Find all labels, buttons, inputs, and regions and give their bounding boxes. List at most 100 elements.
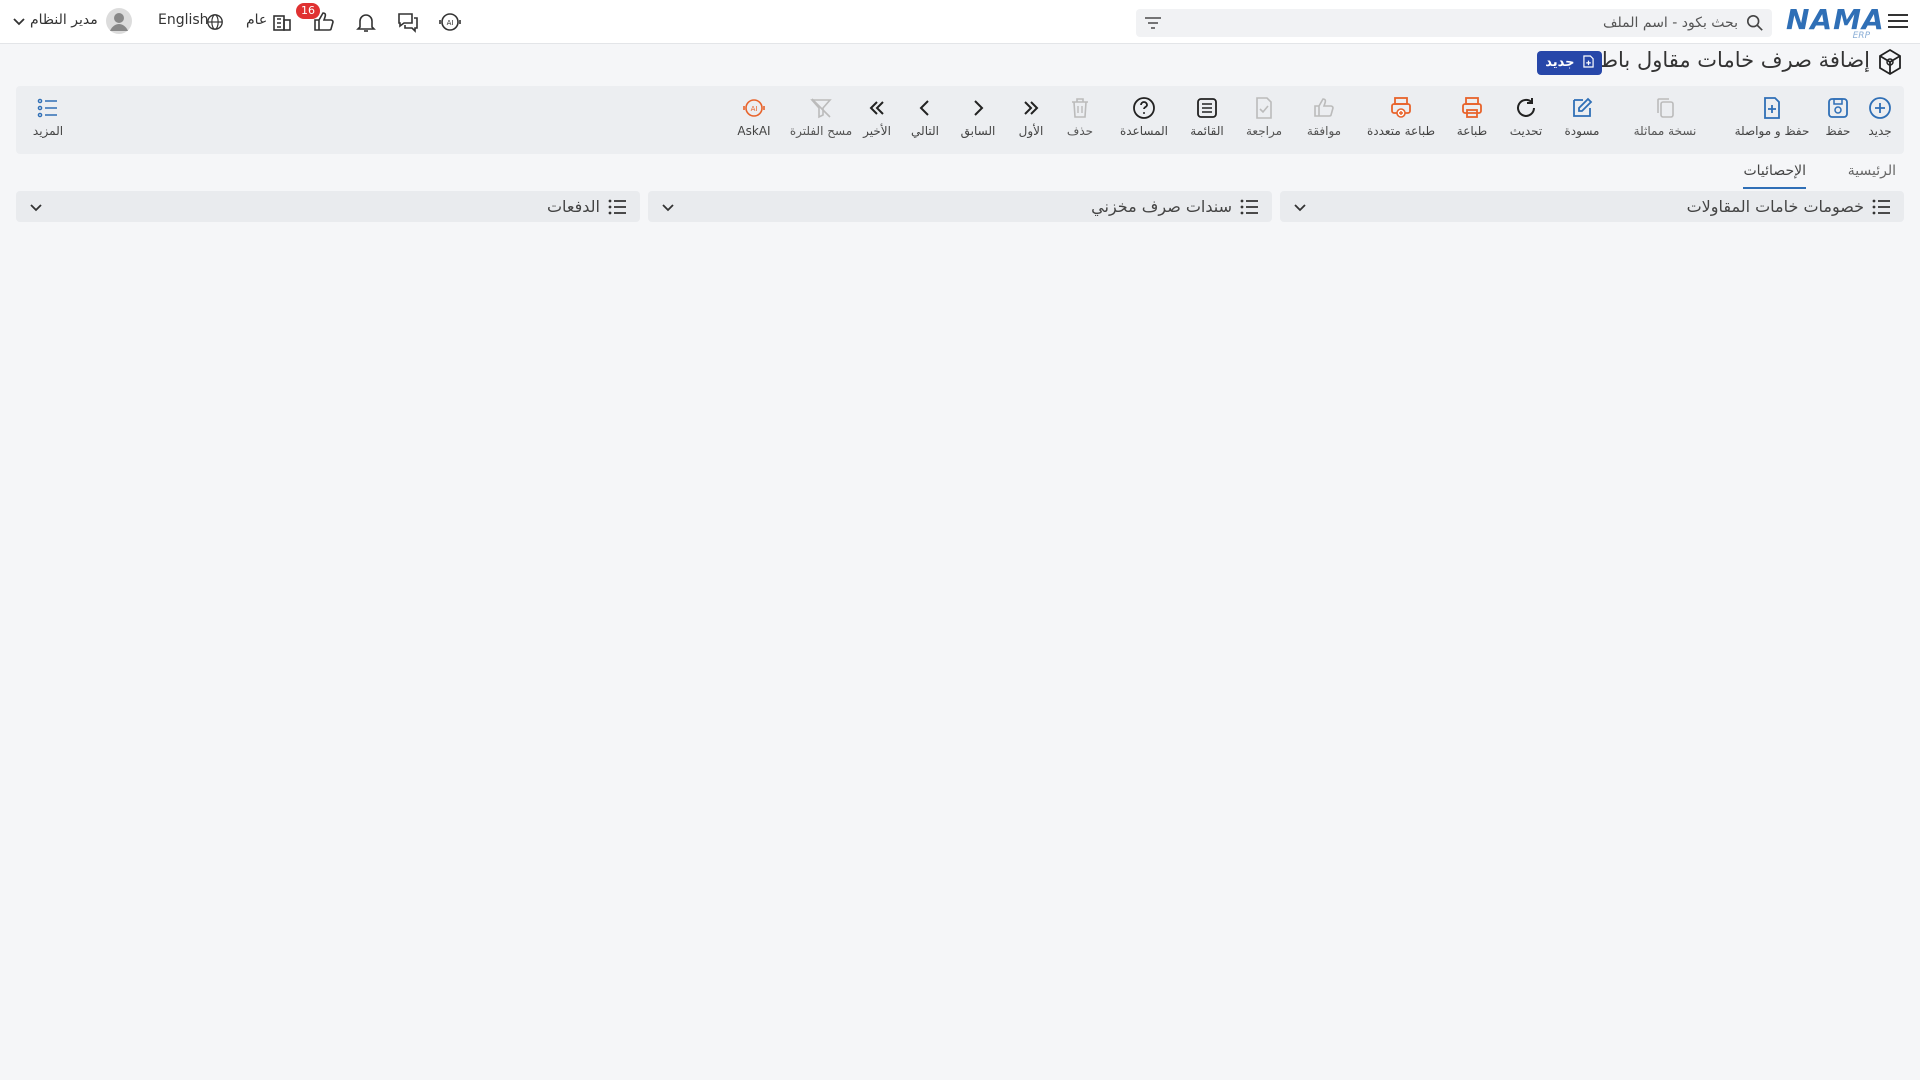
menu-icon[interactable]	[1886, 10, 1910, 34]
next-record-label: التالي	[911, 124, 939, 138]
notification-count-badge: 16	[296, 3, 320, 19]
multi-print-button[interactable]: طباعة متعددة	[1364, 90, 1438, 148]
last-record-label: الأخير	[863, 124, 891, 138]
print-button[interactable]: طباعة	[1452, 90, 1492, 148]
review-button[interactable]: مراجعة	[1242, 90, 1286, 148]
language-switch[interactable]: English	[158, 12, 209, 28]
draft-label: مسودة	[1564, 124, 1600, 138]
delete-label: حذف	[1066, 124, 1094, 138]
draft-button[interactable]: مسودة	[1560, 90, 1604, 148]
more-list-icon	[37, 98, 57, 118]
help-button[interactable]: المساعدة	[1112, 90, 1176, 148]
last-record-button[interactable]: الأخير	[860, 90, 894, 148]
approve-label: موافقة	[1306, 124, 1342, 138]
list-icon	[608, 199, 626, 215]
panel-contractor-deductions[interactable]: خصومات خامات المقاولات	[1280, 191, 1904, 222]
svg-text:AI: AI	[447, 19, 454, 27]
action-toolbar: جديد حفظ حفظ و مواصلة نسخة مماثلة مسودة …	[16, 86, 1904, 154]
chevron-right-icon	[974, 100, 984, 116]
bell-icon[interactable]	[354, 10, 378, 34]
filter-icon[interactable]	[1144, 15, 1162, 31]
multi-printer-icon	[1391, 97, 1411, 118]
ask-ai-label: AskAI	[737, 124, 771, 138]
save-button[interactable]: حفظ	[1818, 90, 1858, 148]
double-chevron-right-icon	[1024, 101, 1039, 115]
module-cube-icon	[1879, 48, 1901, 76]
company-label[interactable]: عام	[246, 12, 267, 28]
panel-title: سندات صرف مخزني	[1091, 197, 1232, 216]
chevron-down-icon[interactable]	[660, 199, 676, 215]
user-name[interactable]: مدير النظام	[30, 12, 98, 28]
tab-main[interactable]: الرئيسية	[1848, 163, 1896, 189]
chat-icon[interactable]	[396, 10, 420, 34]
save-and-continue-button[interactable]: حفظ و مواصلة	[1732, 90, 1812, 148]
refresh-button[interactable]: تحديث	[1506, 90, 1546, 148]
previous-record-label: السابق	[960, 124, 996, 138]
more-button[interactable]: المزيد	[28, 90, 68, 148]
printer-icon	[1462, 97, 1482, 118]
help-circle-icon	[1133, 97, 1155, 119]
app-logo[interactable]: NAMA ERP	[1786, 5, 1884, 42]
approve-button[interactable]: موافقة	[1302, 90, 1346, 148]
save-button-label: حفظ	[1825, 124, 1851, 138]
logo-subtext: ERP	[1852, 31, 1870, 41]
first-record-label: الأول	[1018, 124, 1044, 138]
top-bar: NAMA ERP AI 16 عام English مدير النظام	[0, 0, 1920, 44]
chevron-down-icon[interactable]	[28, 199, 44, 215]
svg-text:AI: AI	[751, 105, 758, 113]
search-icon[interactable]	[1746, 14, 1764, 32]
page-title: إضافة صرف خامات مقاول باطن	[1585, 48, 1870, 72]
user-avatar-icon[interactable]	[106, 8, 132, 34]
ai-headset-icon: AI	[743, 99, 765, 117]
clear-filter-button[interactable]: مسح الفلترة	[788, 90, 854, 148]
previous-record-button[interactable]: السابق	[958, 90, 998, 148]
list-button[interactable]: القائمة	[1184, 90, 1230, 148]
list-icon	[1240, 199, 1258, 215]
new-document-icon	[1583, 55, 1594, 68]
global-search	[1136, 9, 1772, 37]
tab-statistics[interactable]: الإحصائيات	[1743, 163, 1806, 189]
trash-icon	[1072, 98, 1088, 118]
filter-off-icon	[810, 98, 832, 119]
chevron-down-icon[interactable]	[1292, 199, 1308, 215]
review-label: مراجعة	[1245, 124, 1283, 138]
panel-title: الدفعات	[546, 197, 600, 216]
company-building-icon[interactable]	[270, 10, 294, 34]
list-label: القائمة	[1190, 124, 1224, 138]
plus-circle-icon	[1869, 97, 1891, 119]
new-button-label: جديد	[1868, 124, 1892, 138]
delete-button[interactable]: حذف	[1064, 90, 1096, 148]
duplicate-button[interactable]: نسخة مماثلة	[1632, 90, 1698, 148]
help-label: المساعدة	[1119, 124, 1169, 138]
refresh-icon	[1517, 98, 1535, 117]
ask-ai-button[interactable]: AI AskAI	[734, 90, 774, 148]
panel-store-issue-docs[interactable]: سندات صرف مخزني	[648, 191, 1272, 222]
globe-icon[interactable]	[206, 13, 224, 31]
chevron-down-icon[interactable]	[12, 15, 26, 29]
thumbs-up-icon	[1314, 98, 1334, 117]
copy-icon	[1657, 98, 1674, 118]
file-plus-icon	[1764, 97, 1780, 119]
edit-pen-icon	[1573, 97, 1593, 117]
search-input[interactable]	[1218, 9, 1738, 37]
duplicate-label: نسخة مماثلة	[1633, 124, 1697, 138]
list-icon	[1872, 199, 1890, 215]
multi-print-label: طباعة متعددة	[1366, 124, 1435, 138]
panel-title: خصومات خامات المقاولات	[1686, 197, 1864, 216]
next-record-button[interactable]: التالي	[908, 90, 942, 148]
first-record-button[interactable]: الأول	[1014, 90, 1048, 148]
refresh-label: تحديث	[1509, 124, 1543, 138]
list-icon	[1197, 98, 1217, 118]
more-label: المزيد	[32, 124, 64, 138]
save-and-continue-label: حفظ و مواصلة	[1734, 124, 1810, 138]
file-check-icon	[1256, 97, 1272, 119]
save-disk-icon	[1828, 98, 1848, 118]
print-label: طباعة	[1456, 124, 1488, 138]
clear-filter-label: مسح الفلترة	[789, 124, 853, 138]
status-badge: جديد	[1537, 51, 1602, 75]
ai-assistant-icon[interactable]: AI	[438, 10, 462, 34]
panel-payments[interactable]: الدفعات	[16, 191, 640, 222]
double-chevron-left-icon	[869, 101, 884, 115]
new-button[interactable]: جديد	[1860, 90, 1900, 148]
status-badge-label: جديد	[1545, 55, 1575, 70]
